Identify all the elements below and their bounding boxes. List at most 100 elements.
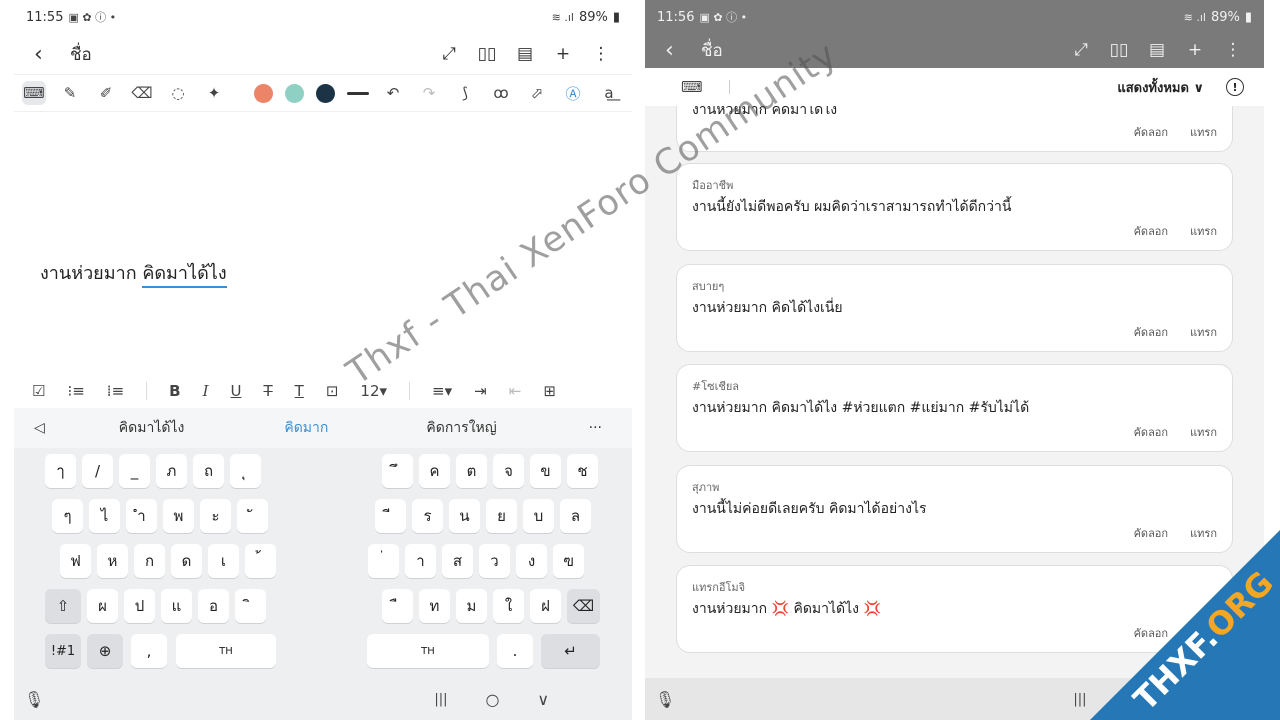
hide-keyboard-icon[interactable]: ∨ [537, 690, 549, 709]
key[interactable]: ุ [230, 454, 261, 488]
period-key[interactable]: . [497, 634, 533, 668]
key[interactable]: ห [97, 544, 128, 578]
align-dropdown[interactable]: ≡▾ [432, 382, 452, 400]
key[interactable]: ะ [200, 499, 231, 533]
color-swatch-navy[interactable] [316, 83, 335, 103]
key[interactable]: แ [161, 589, 192, 623]
insert-button[interactable]: แทรก [1190, 423, 1217, 441]
key[interactable]: ด [171, 544, 202, 578]
back-arrow-icon[interactable]: ‹ [665, 38, 689, 63]
key[interactable]: ี [375, 499, 406, 533]
key[interactable]: า [405, 544, 436, 578]
key[interactable]: ใ [493, 589, 524, 623]
insert-button[interactable]: แทรก [1190, 323, 1217, 341]
key[interactable]: ก [134, 544, 165, 578]
key[interactable]: ึ [382, 454, 413, 488]
key[interactable]: ฃ [553, 544, 584, 578]
convert-tool-icon[interactable]: ⬀ [525, 81, 549, 105]
key[interactable]: อ [198, 589, 229, 623]
indent-icon[interactable]: ⇥ [474, 382, 487, 400]
key[interactable]: ่ [368, 544, 399, 578]
key[interactable]: ป [124, 589, 155, 623]
key[interactable]: ผ [87, 589, 118, 623]
stroke-width-icon[interactable] [347, 91, 369, 95]
table-icon[interactable]: ⊞ [543, 382, 556, 400]
copy-button[interactable]: คัดลอก [1134, 222, 1169, 240]
suggestion-card[interactable]: สบายๆ งานห่วยมาก คิดได้ไงเนี่ย คัดลอก แทร… [676, 264, 1233, 352]
lasso-icon[interactable]: ◌ [166, 81, 190, 105]
space-key-left[interactable]: TH [176, 634, 276, 668]
home-icon[interactable]: ○ [485, 690, 499, 709]
collapse-icon[interactable]: ◁ [34, 420, 45, 436]
key[interactable]: ข [530, 454, 561, 488]
key[interactable]: ร [412, 499, 443, 533]
undo-icon[interactable]: ↶ [381, 81, 405, 105]
key[interactable]: ๆ [52, 499, 83, 533]
key[interactable]: ้ [245, 544, 276, 578]
book-view-icon[interactable]: ▯▯ [1108, 40, 1130, 60]
insert-button[interactable]: แทรก [1190, 123, 1217, 141]
back-arrow-icon[interactable]: ‹ [34, 42, 58, 67]
pen-icon[interactable]: ✎ [58, 81, 82, 105]
copy-button[interactable]: คัดลอก [1134, 323, 1169, 341]
more-suggestions-icon[interactable]: ··· [589, 420, 602, 436]
keyboard-icon[interactable]: ⌨ [681, 78, 703, 96]
key[interactable]: _ [119, 454, 150, 488]
key[interactable]: ค [419, 454, 450, 488]
recents-icon[interactable]: ||| [434, 692, 447, 707]
expand-icon[interactable]: ⤢ [438, 44, 460, 64]
shape-tool-icon[interactable]: ⟆ [453, 81, 477, 105]
suggestion-3[interactable]: คิดการใหญ่ [426, 417, 496, 439]
add-icon[interactable]: + [1184, 40, 1206, 60]
key[interactable]: น [449, 499, 480, 533]
key[interactable]: ม [456, 589, 487, 623]
expand-icon[interactable]: ⤢ [1070, 40, 1092, 60]
bullet-list-icon[interactable]: ⁞≡ [107, 382, 124, 400]
key[interactable]: ว [479, 544, 510, 578]
italic-button[interactable]: I [203, 382, 209, 400]
numbered-list-icon[interactable]: ⁝≡ [67, 382, 84, 400]
text-box-icon[interactable]: ⊡ [326, 382, 339, 400]
key[interactable]: ช [567, 454, 598, 488]
show-all-dropdown[interactable]: แสดงทั้งหมด ∨ [1117, 77, 1204, 98]
key[interactable]: ิ [235, 589, 266, 623]
key[interactable]: เ [208, 544, 239, 578]
comma-key[interactable]: , [131, 634, 167, 668]
key[interactable]: ถ [193, 454, 224, 488]
text-style-button[interactable]: T [295, 382, 304, 400]
strikethrough-button[interactable]: T [264, 382, 273, 400]
suggestion-card[interactable]: #โซเชียล งานห่วยมาก คิดมาได้ไง #ห่วยแตก … [676, 364, 1233, 452]
ai-assist-icon[interactable]: ✦ [202, 81, 226, 105]
key[interactable]: ท [419, 589, 450, 623]
note-text-selected[interactable]: คิดมาได้ไง [142, 263, 227, 288]
outdent-icon[interactable]: ⇤ [509, 382, 522, 400]
eraser-icon[interactable]: ⌫ [130, 81, 154, 105]
keyboard-mode-icon[interactable]: ⌨ [22, 81, 46, 105]
underline-button[interactable]: U [231, 382, 242, 400]
key[interactable]: พ [163, 499, 194, 533]
key[interactable]: ื [382, 589, 413, 623]
key[interactable]: ั [237, 499, 268, 533]
key[interactable]: บ [523, 499, 554, 533]
suggestion-2[interactable]: คิดมาก [284, 417, 328, 439]
more-options-icon[interactable]: ⋮ [1222, 40, 1244, 60]
key[interactable]: ย [486, 499, 517, 533]
redo-icon[interactable]: ↷ [417, 81, 441, 105]
key[interactable]: ล [560, 499, 591, 533]
insert-button[interactable]: แทรก [1190, 222, 1217, 240]
key[interactable]: ไ [89, 499, 120, 533]
book-view-icon[interactable]: ▯▯ [476, 44, 498, 64]
color-swatch-orange[interactable] [254, 83, 273, 103]
recents-icon[interactable]: ||| [1073, 692, 1086, 707]
key[interactable]: ง [516, 544, 547, 578]
suggestion-1[interactable]: คิดมาได้ไง [119, 417, 185, 439]
key[interactable]: ำ [126, 499, 157, 533]
shift-key[interactable]: ⇧ [45, 589, 81, 623]
key[interactable]: ฝ [530, 589, 561, 623]
page-view-icon[interactable]: ▤ [1146, 40, 1168, 60]
copy-button[interactable]: คัดลอก [1134, 123, 1169, 141]
key[interactable]: / [82, 454, 113, 488]
key[interactable]: ภ [156, 454, 187, 488]
highlighter-icon[interactable]: ✐ [94, 81, 118, 105]
note-title[interactable]: ชื่อ [701, 37, 1070, 64]
